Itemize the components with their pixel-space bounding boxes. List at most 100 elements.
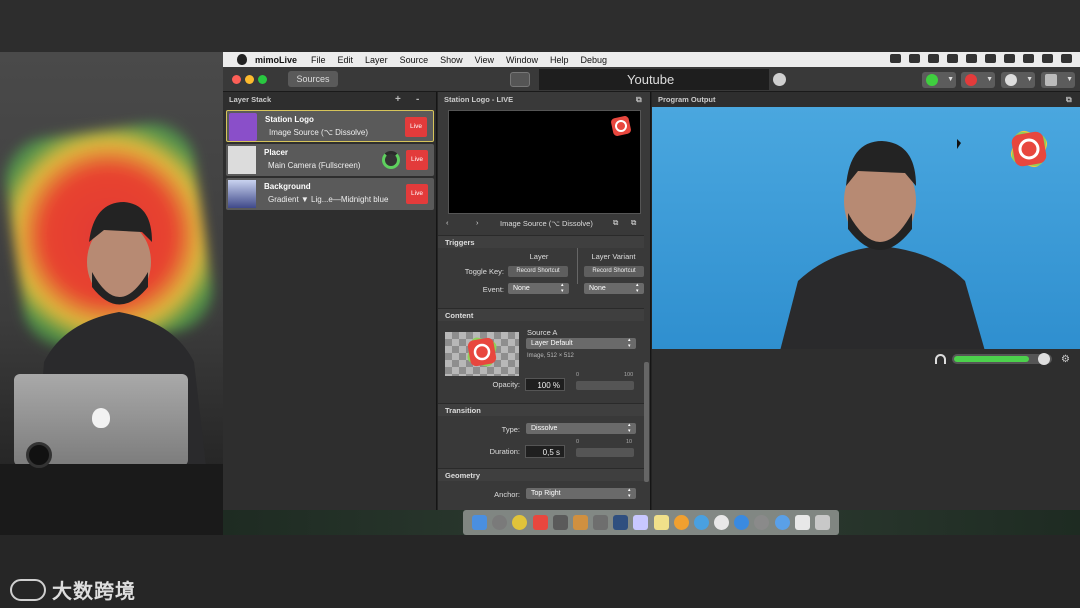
layer-live-button[interactable]: Live xyxy=(405,117,427,137)
wifi-icon[interactable] xyxy=(985,54,996,63)
menu-help[interactable]: Help xyxy=(550,55,569,65)
volume-icon[interactable] xyxy=(947,54,958,63)
opacity-slider[interactable] xyxy=(576,381,634,390)
duration-slider[interactable] xyxy=(576,448,634,457)
headphones-icon[interactable] xyxy=(935,354,946,364)
toggle-panel-button[interactable] xyxy=(510,72,530,87)
menu-edit[interactable]: Edit xyxy=(338,55,354,65)
volume-gauge-icon[interactable] xyxy=(382,151,400,169)
variant-record-shortcut-button[interactable]: Record Shortcut xyxy=(584,266,644,277)
paste-icon[interactable]: ⧉ xyxy=(631,218,636,228)
document-icon[interactable] xyxy=(794,515,810,530)
system-preferences-icon[interactable] xyxy=(754,515,770,530)
notification-center-icon[interactable] xyxy=(1061,54,1072,63)
audio-level-knob[interactable] xyxy=(1038,353,1050,365)
menu-extras xyxy=(890,54,1072,63)
layer-subtitle: Gradient ▼ Lig...e—Midnight blue xyxy=(268,195,389,204)
audio-level-slider[interactable] xyxy=(952,353,1052,365)
zoom-window-button[interactable] xyxy=(258,75,267,84)
output-display-icon xyxy=(1005,74,1017,86)
next-source-icon[interactable]: › xyxy=(476,218,479,227)
menu-show[interactable]: Show xyxy=(440,55,463,65)
layer-row-placer[interactable]: Placer Main Camera (Fullscreen) Live xyxy=(226,144,434,176)
keyboard-icon[interactable] xyxy=(966,54,977,63)
app-store-icon[interactable] xyxy=(734,515,750,530)
menu-view[interactable]: View xyxy=(475,55,494,65)
mac-screen: mimoLive File Edit Layer Source Show Vie… xyxy=(223,52,1080,535)
geometry-header: Geometry xyxy=(438,468,644,481)
utility-icon[interactable] xyxy=(593,515,609,530)
preview-icon[interactable] xyxy=(572,515,588,530)
messages-icon[interactable] xyxy=(693,515,709,530)
menu-window[interactable]: Window xyxy=(506,55,538,65)
image-capture-icon[interactable] xyxy=(633,515,649,530)
duration-min-tick: 0 xyxy=(576,439,580,445)
popout-output-icon[interactable]: ⧉ xyxy=(1066,92,1072,107)
settings-scrollbar[interactable] xyxy=(644,362,649,482)
menu-layer[interactable]: Layer xyxy=(365,55,388,65)
apple-logo-icon xyxy=(92,408,110,428)
photo-icon[interactable] xyxy=(613,515,629,530)
menu-file[interactable]: File xyxy=(311,55,326,65)
record-button[interactable] xyxy=(773,73,786,86)
minimize-window-button[interactable] xyxy=(245,75,254,84)
content-header: Content xyxy=(438,308,644,321)
variant-event-select[interactable]: None xyxy=(584,282,644,294)
chrome-icon[interactable] xyxy=(512,515,528,530)
layer-live-button[interactable]: Live xyxy=(406,150,428,170)
record-output-button[interactable]: ▼ xyxy=(961,72,995,88)
layer-record-shortcut-button[interactable]: Record Shortcut xyxy=(508,266,568,277)
close-window-button[interactable] xyxy=(232,75,241,84)
menu-bar: mimoLive File Edit Layer Source Show Vie… xyxy=(223,52,1080,67)
watermark-logo-icon xyxy=(10,578,46,601)
mimolive-icon[interactable] xyxy=(532,515,548,530)
battery-icon[interactable] xyxy=(1004,54,1015,63)
stream-output-button[interactable]: ▼ xyxy=(922,72,956,88)
variant-column-label: Layer Variant xyxy=(591,252,636,261)
logo-thumbnail-icon xyxy=(467,337,497,367)
layer-row-station-logo[interactable]: Station Logo Image Source (⌥ Dissolve) L… xyxy=(226,110,434,142)
source-a-select[interactable]: Layer Default xyxy=(526,337,636,349)
menu-app-name[interactable]: mimoLive xyxy=(255,55,297,65)
popout-icon[interactable]: ⧉ xyxy=(636,92,642,107)
cloud-icon[interactable] xyxy=(909,54,920,63)
menu-debug[interactable]: Debug xyxy=(581,55,608,65)
airplay-icon[interactable] xyxy=(928,54,939,63)
photos-icon[interactable] xyxy=(673,515,689,530)
watermark-text: 大数跨境 xyxy=(52,581,136,603)
anchor-select[interactable]: Top Right xyxy=(526,487,636,499)
menu-source[interactable]: Source xyxy=(400,55,429,65)
notes-icon[interactable] xyxy=(653,515,669,530)
itunes-icon[interactable] xyxy=(714,515,730,530)
trash-icon[interactable] xyxy=(814,515,830,530)
stream-status-icon xyxy=(926,74,938,86)
remove-layer-button[interactable]: - xyxy=(416,92,419,107)
layout-button[interactable]: ▼ xyxy=(1041,72,1075,88)
opacity-field[interactable]: 100 % xyxy=(525,378,565,391)
copy-icon[interactable]: ⧉ xyxy=(613,218,618,228)
app-icon[interactable] xyxy=(552,515,568,530)
layer-event-select[interactable]: None xyxy=(508,282,569,294)
spotlight-icon[interactable] xyxy=(1042,54,1053,63)
apple-menu-icon[interactable] xyxy=(237,54,247,65)
fullscreen-output-button[interactable]: ▼ xyxy=(1001,72,1035,88)
sources-button[interactable]: Sources xyxy=(288,71,338,87)
finder-icon[interactable] xyxy=(472,515,488,530)
downloads-icon[interactable] xyxy=(774,515,790,530)
gear-icon[interactable]: ⚙ xyxy=(1061,354,1070,365)
layer-stack-header: Layer Stack + - xyxy=(223,92,436,107)
source-a-label: Source A xyxy=(527,328,558,337)
user-icon[interactable] xyxy=(1023,54,1034,63)
layout-icon xyxy=(1045,74,1057,86)
layer-live-button[interactable]: Live xyxy=(406,184,428,204)
toggle-key-label: Toggle Key: xyxy=(464,267,504,276)
layer-row-background[interactable]: Background Gradient ▼ Lig...e—Midnight b… xyxy=(226,178,434,210)
desk-speaker xyxy=(26,442,52,468)
duration-field[interactable]: 0,5 s xyxy=(525,445,565,458)
add-layer-button[interactable]: + xyxy=(395,92,401,107)
launchpad-icon[interactable] xyxy=(492,515,508,530)
prev-source-icon[interactable]: ‹ xyxy=(446,218,449,227)
status-icon[interactable] xyxy=(890,54,901,63)
gradient-layer-icon xyxy=(228,180,256,208)
transition-type-select[interactable]: Dissolve xyxy=(526,422,636,434)
